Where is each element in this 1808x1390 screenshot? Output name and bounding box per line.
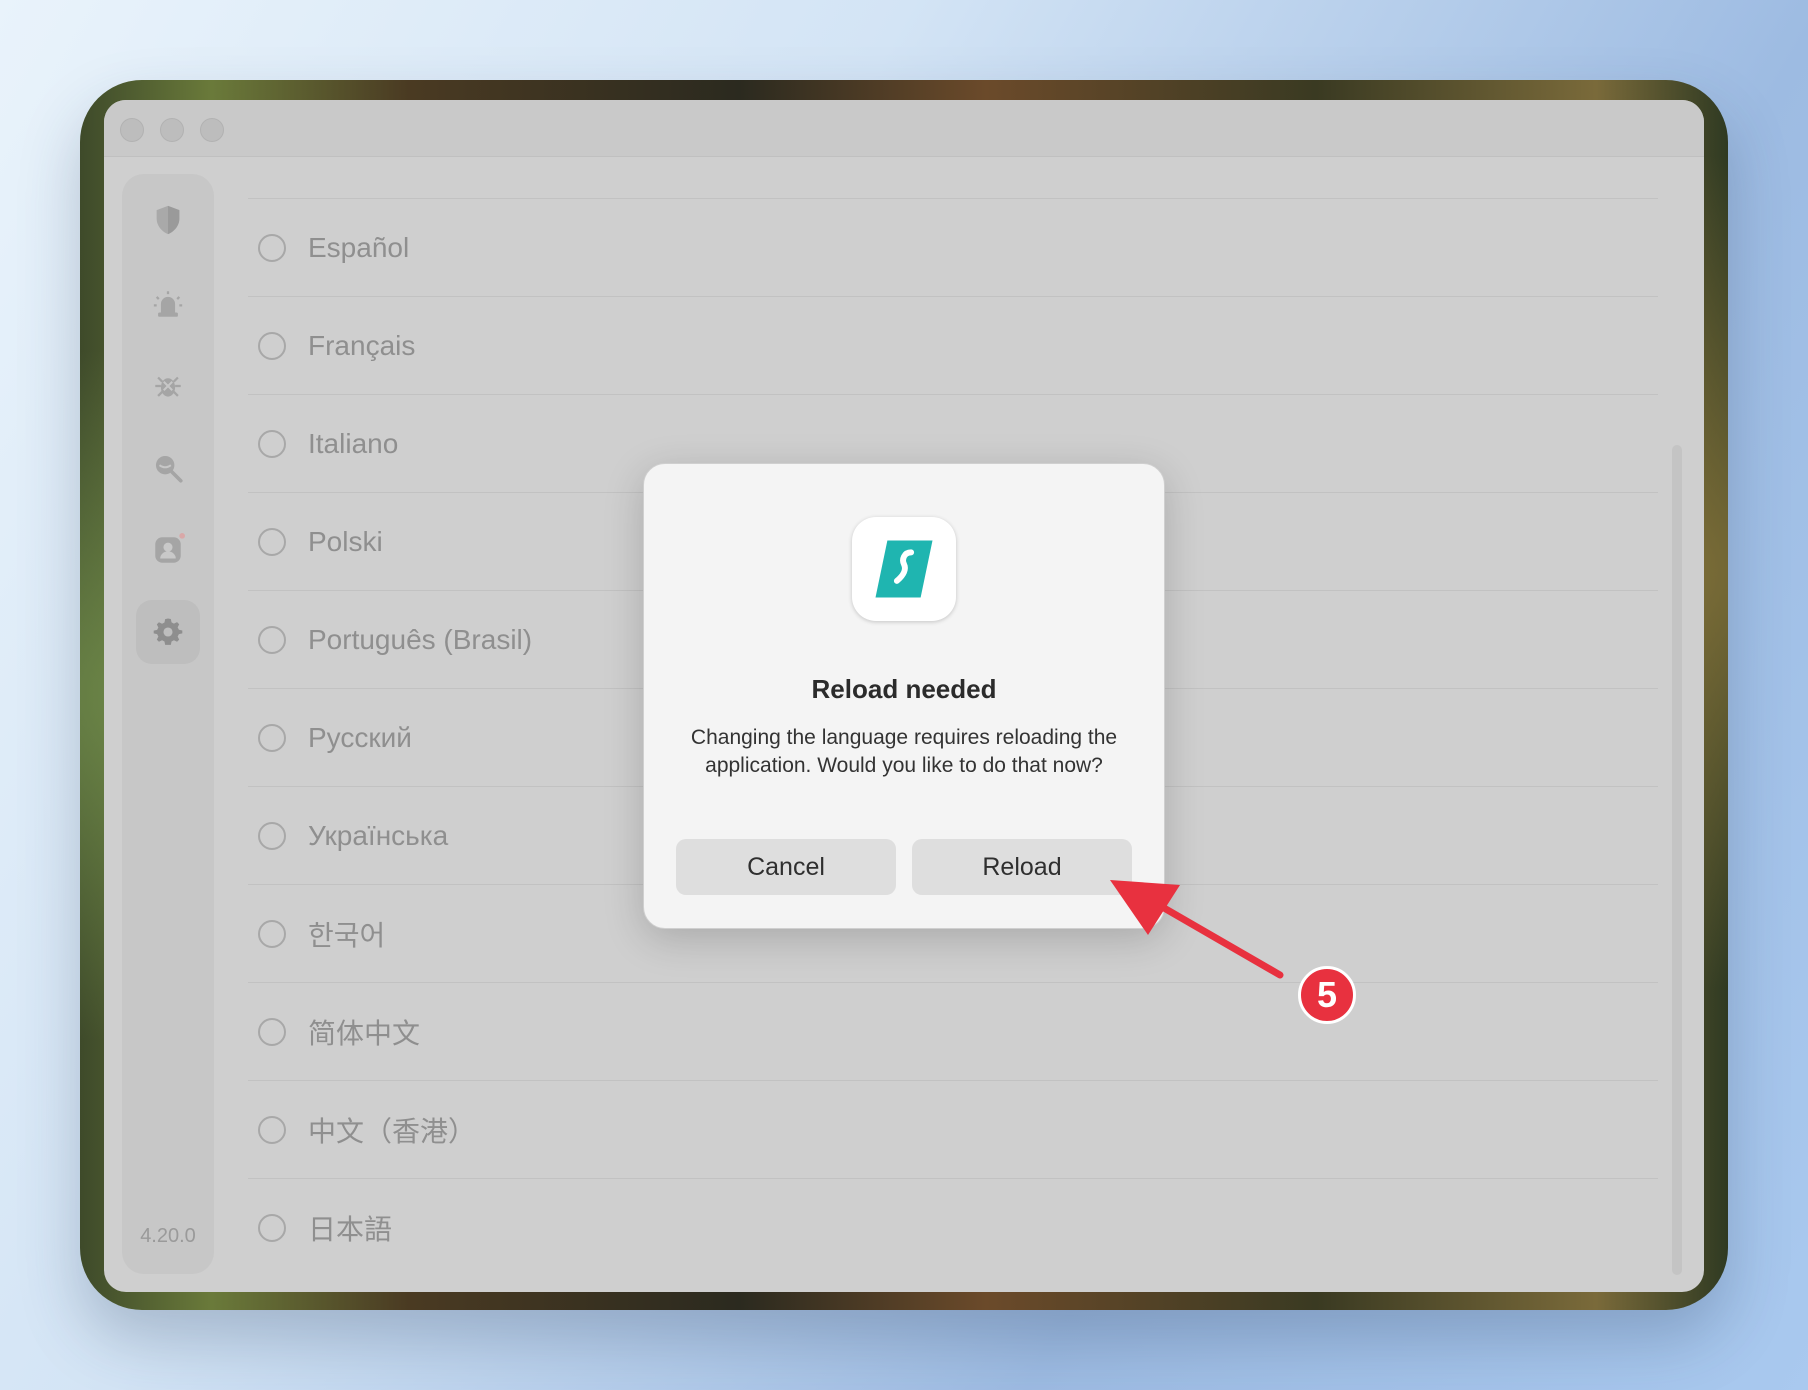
language-option[interactable]: Français (248, 296, 1658, 394)
language-option[interactable]: Español (248, 198, 1658, 296)
radio-button[interactable] (258, 1017, 286, 1046)
language-option[interactable]: 中文（香港） (248, 1080, 1658, 1178)
shield-icon (156, 205, 180, 235)
user-icon (155, 533, 185, 563)
language-label: Français (308, 329, 416, 361)
language-option[interactable]: 简体中文 (248, 982, 1658, 1080)
sidebar-item-account[interactable] (136, 518, 200, 582)
language-label: 简体中文 (308, 1017, 421, 1049)
radio-button[interactable] (258, 233, 286, 262)
title-bar (104, 100, 1704, 157)
cancel-button[interactable]: Cancel (676, 839, 896, 895)
sidebar-item-antivirus[interactable] (136, 354, 200, 418)
app-version: 4.20.0 (140, 1225, 196, 1247)
dialog-message: Changing the language requires reloading… (690, 726, 1118, 777)
bug-icon (155, 376, 181, 397)
dialog-title: Reload needed (811, 674, 997, 704)
radio-button[interactable] (258, 919, 286, 948)
radio-button[interactable] (258, 331, 286, 360)
sidebar: 4.20.0 (122, 174, 214, 1274)
surfshark-logo-icon (852, 517, 956, 621)
radio-button[interactable] (258, 821, 286, 850)
language-label: 한국어 (308, 919, 386, 951)
radio-button[interactable] (258, 723, 286, 752)
gear-icon (153, 618, 183, 645)
language-option[interactable]: 日本語 (248, 1178, 1658, 1276)
language-label: Español (308, 231, 410, 263)
search-eye-icon (155, 455, 183, 483)
reload-button[interactable]: Reload (912, 839, 1132, 895)
language-label: Polski (308, 525, 383, 557)
language-label: Русский (308, 721, 412, 753)
radio-button[interactable] (258, 625, 286, 654)
language-label: Italiano (308, 427, 399, 459)
step-badge: 5 (1298, 966, 1356, 1024)
sidebar-item-alert[interactable] (136, 272, 200, 336)
radio-button[interactable] (258, 1115, 286, 1144)
language-label: Українська (308, 819, 449, 851)
sidebar-item-search[interactable] (136, 436, 200, 500)
minimize-window-button[interactable] (160, 118, 184, 142)
language-label: Português (Brasil) (308, 623, 533, 655)
sidebar-item-vpn[interactable] (136, 188, 200, 252)
radio-button[interactable] (258, 527, 286, 556)
zoom-window-button[interactable] (200, 118, 224, 142)
alarm-icon (153, 291, 183, 317)
reload-dialog: Reload needed Changing the language requ… (643, 463, 1165, 929)
scrollbar[interactable] (1672, 445, 1682, 1275)
language-label: 日本語 (308, 1213, 393, 1245)
radio-button[interactable] (258, 1213, 286, 1242)
close-window-button[interactable] (120, 118, 144, 142)
radio-button[interactable] (258, 429, 286, 458)
language-label: 中文（香港） (308, 1115, 477, 1147)
sidebar-item-settings[interactable] (136, 600, 200, 664)
